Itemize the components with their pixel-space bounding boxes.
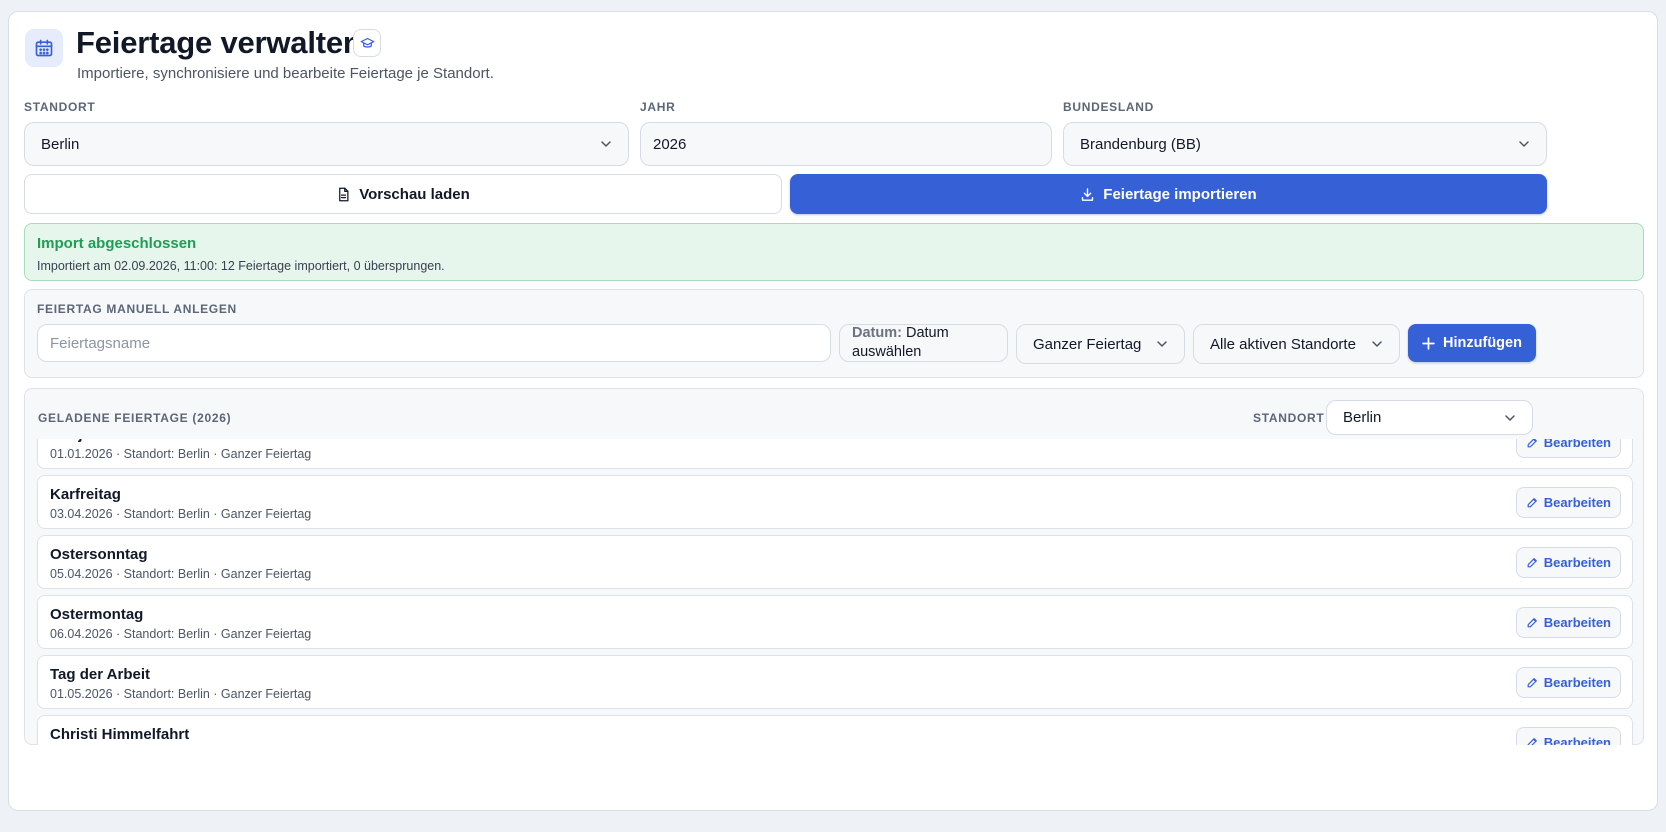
import-button-label: Feiertage importieren bbox=[1103, 185, 1257, 203]
plus-icon bbox=[1422, 336, 1435, 350]
standort-select[interactable]: Berlin bbox=[24, 122, 629, 166]
holiday-list: Neujahr 01.01.2026 · Standort: Berlin · G… bbox=[37, 439, 1633, 745]
edit-button-label: Bearbeiten bbox=[1543, 735, 1611, 745]
holiday-name: Ostersonntag bbox=[50, 546, 148, 563]
holiday-meta: 06.04.2026 · Standort: Berlin · Ganzer F… bbox=[50, 627, 312, 641]
add-holiday-button[interactable]: Hinzufügen bbox=[1408, 324, 1536, 362]
holiday-location-select[interactable]: Alle aktiven Standorte bbox=[1193, 324, 1400, 364]
jahr-input[interactable]: 2026 bbox=[640, 122, 1052, 166]
holiday-row: Ostersonntag 05.04.2026 · Standort: Berli… bbox=[37, 535, 1633, 589]
chevron-down-icon bbox=[1519, 141, 1529, 147]
loaded-holidays-section: GELADENE FEIERTAGE (2026) STANDORT Berli… bbox=[24, 388, 1644, 745]
calendar-icon bbox=[25, 29, 63, 67]
list-standort-value: Berlin bbox=[1343, 409, 1382, 426]
edit-button-label: Bearbeiten bbox=[1543, 615, 1611, 630]
help-button[interactable] bbox=[353, 29, 381, 57]
holiday-meta: 01.01.2026 · Standort: Berlin · Ganzer F… bbox=[50, 447, 312, 461]
holiday-row: Ostermontag 06.04.2026 · Standort: Berlin… bbox=[37, 595, 1633, 649]
holiday-row: Christi Himmelfahrt14.05.2026 · Standort… bbox=[37, 715, 1633, 745]
holiday-name: Neujahr bbox=[50, 439, 106, 443]
holiday-name: Karfreitag bbox=[50, 486, 121, 503]
edit-button[interactable]: Bearbeiten bbox=[1515, 439, 1621, 458]
edit-button-label: Bearbeiten bbox=[1543, 675, 1611, 690]
edit-button-label: Bearbeiten bbox=[1543, 439, 1611, 450]
pencil-icon bbox=[1527, 558, 1537, 568]
edit-button[interactable]: Bearbeiten bbox=[1515, 607, 1621, 638]
jahr-value: 2026 bbox=[653, 135, 687, 153]
page-title: Feiertage verwalten bbox=[76, 25, 362, 60]
manual-add-heading: FEIERTAG MANUELL ANLEGEN bbox=[37, 302, 237, 316]
add-holiday-label: Hinzufügen bbox=[1443, 335, 1522, 351]
holiday-name: Christi Himmelfahrt bbox=[50, 726, 190, 743]
standort-label: STANDORT bbox=[24, 100, 96, 114]
holiday-meta: 05.04.2026 · Standort: Berlin · Ganzer F… bbox=[50, 567, 312, 581]
preview-button-label: Vorschau laden bbox=[359, 185, 470, 203]
import-status-title: Import abgeschlossen bbox=[37, 235, 197, 252]
list-standort-select[interactable]: Berlin bbox=[1326, 400, 1533, 435]
holiday-management-card: Feiertage verwalten Importiere, synchron… bbox=[8, 11, 1658, 811]
pencil-icon bbox=[1527, 439, 1537, 448]
edit-button[interactable]: Bearbeiten bbox=[1515, 487, 1621, 518]
list-standort-label: STANDORT bbox=[1253, 411, 1325, 425]
holiday-row: Neujahr 01.01.2026 · Standort: Berlin · G… bbox=[37, 439, 1633, 469]
graduation-cap-icon bbox=[360, 37, 374, 48]
holiday-type-select[interactable]: Ganzer Feiertag bbox=[1016, 324, 1185, 364]
document-icon bbox=[339, 187, 349, 201]
page-subtitle: Importiere, synchronisiere und bearbeite… bbox=[77, 65, 494, 82]
pencil-icon bbox=[1527, 738, 1537, 745]
holiday-list-viewport[interactable]: Neujahr 01.01.2026 · Standort: Berlin · G… bbox=[37, 439, 1633, 745]
download-icon bbox=[1082, 187, 1094, 201]
chevron-down-icon bbox=[1505, 414, 1515, 421]
standort-value: Berlin bbox=[41, 135, 80, 153]
edit-button[interactable]: Bearbeiten bbox=[1515, 727, 1621, 745]
pencil-icon bbox=[1527, 678, 1537, 688]
bundesland-value: Brandenburg (BB) bbox=[1080, 135, 1201, 153]
holiday-row: Karfreitag 03.04.2026 · Standort: Berlin … bbox=[37, 475, 1633, 529]
date-label: Datum: bbox=[852, 325, 902, 341]
edit-button[interactable]: Bearbeiten bbox=[1515, 667, 1621, 698]
chevron-down-icon bbox=[1157, 341, 1167, 347]
import-status-message: Importiert am 02.09.2026, 11:00: 12 Feie… bbox=[37, 259, 445, 273]
bundesland-label: BUNDESLAND bbox=[1063, 100, 1154, 114]
loaded-holidays-heading: GELADENE FEIERTAGE (2026) bbox=[38, 411, 232, 425]
preview-button[interactable]: Vorschau laden bbox=[24, 174, 782, 214]
jahr-label: JAHR bbox=[640, 100, 676, 114]
edit-button-label: Bearbeiten bbox=[1543, 555, 1611, 570]
chevron-down-icon bbox=[1372, 341, 1382, 347]
holiday-name-input[interactable]: Feiertagsname bbox=[37, 324, 831, 362]
holiday-name: Ostermontag bbox=[50, 606, 144, 623]
edit-button-label: Bearbeiten bbox=[1543, 495, 1611, 510]
holiday-name: Tag der Arbeit bbox=[50, 666, 151, 683]
holiday-location-value: Alle aktiven Standorte bbox=[1210, 335, 1356, 353]
holiday-name-placeholder: Feiertagsname bbox=[50, 334, 151, 352]
pencil-icon bbox=[1527, 498, 1537, 508]
holiday-row: Tag der Arbeit 01.05.2026 · Standort: Ber… bbox=[37, 655, 1633, 709]
date-picker[interactable]: Datum: Datum auswählen bbox=[839, 324, 1008, 362]
import-button[interactable]: Feiertage importieren bbox=[790, 174, 1547, 214]
edit-button[interactable]: Bearbeiten bbox=[1515, 547, 1621, 578]
manual-add-section: FEIERTAG MANUELL ANLEGEN Feiertagsname D… bbox=[24, 289, 1644, 378]
pencil-icon bbox=[1527, 618, 1537, 628]
holiday-type-value: Ganzer Feiertag bbox=[1033, 335, 1142, 353]
bundesland-select[interactable]: Brandenburg (BB) bbox=[1063, 122, 1547, 166]
chevron-down-icon bbox=[601, 141, 611, 147]
import-status-alert: Import abgeschlossen Importiert am 02.09… bbox=[24, 223, 1644, 281]
holiday-meta: 03.04.2026 · Standort: Berlin · Ganzer F… bbox=[50, 507, 312, 521]
holiday-meta: 01.05.2026 · Standort: Berlin · Ganzer F… bbox=[50, 687, 312, 701]
